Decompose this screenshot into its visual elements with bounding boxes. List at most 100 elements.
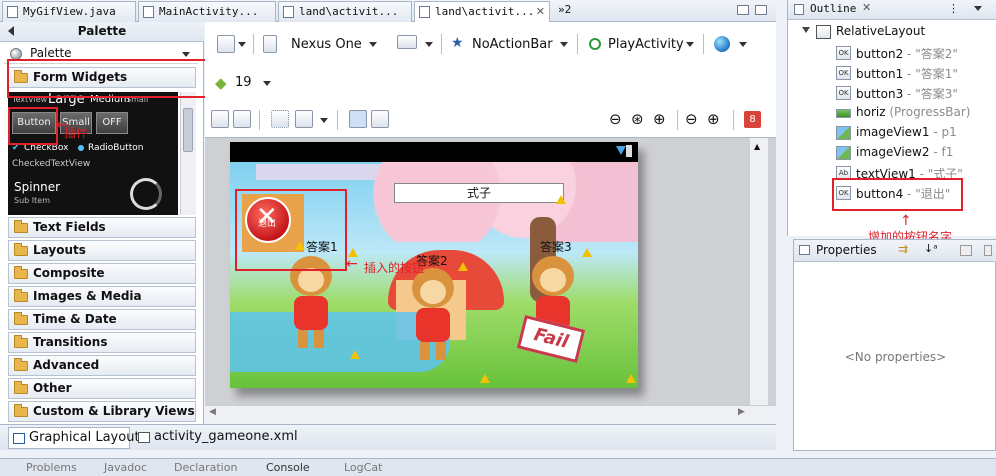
filter-icon[interactable]: ⇉ [898,242,908,256]
activity-select[interactable]: PlayActivity [608,37,684,52]
tab-graphical-layout[interactable]: Graphical Layout [8,427,140,449]
tree-expanded-icon[interactable] [802,27,810,33]
editor-tab-land-activity-2[interactable]: land\activit... ✕ [414,1,550,23]
fill-width-icon[interactable] [211,110,229,128]
radiobutton-widget[interactable]: RadioButton [88,143,143,153]
category-advanced[interactable]: Advanced [8,355,196,376]
activity-icon [589,38,601,50]
zoom-real-icon[interactable]: ⊛ [631,110,644,128]
properties-view-icon [799,245,810,255]
category-label: Custom & Library Views [33,404,195,418]
device-select[interactable]: Nexus One [291,37,362,52]
category-layouts[interactable]: Layouts [8,240,196,261]
view-tab-declaration[interactable]: Declaration [174,461,237,474]
close-icon[interactable]: ✕ [862,1,871,14]
outline-node-button1[interactable]: OK button1 - "答案1" [836,65,958,82]
editor-tab-mainactivity[interactable]: MainActivity... [138,1,276,22]
view-tab-console[interactable]: Console [266,461,310,474]
folder-icon [14,266,28,279]
view-tab-problems[interactable]: Problems [26,461,77,474]
editor-tab-land-activity-1[interactable]: land\activit... [278,1,412,22]
category-images-media[interactable]: Images & Media [8,286,196,307]
checkedtextview-widget[interactable]: CheckedTextView [12,159,90,169]
zoom-in-icon[interactable]: ⊕ [707,110,720,128]
outline-node-horiz[interactable]: horiz (ProgressBar) [836,105,970,119]
annotation-box-button-widget [8,107,58,145]
scroll-left-icon[interactable]: ◀ [209,407,216,417]
button-widget-icon: OK [836,86,851,100]
toggle-button-widget[interactable]: OFF [96,112,128,134]
spinner-widget[interactable]: Spinner [14,180,60,194]
toolbar-separator [733,110,734,130]
editor-tab-mygifview[interactable]: MyGifView.java [2,1,136,22]
android-robot-icon: ◆ [215,74,227,92]
button-widget-icon: OK [836,46,851,60]
zoom-fit-icon[interactable]: ⊖ [609,110,622,128]
no-properties-message: <No properties> [844,350,947,364]
category-composite[interactable]: Composite [8,263,196,284]
chevron-down-icon[interactable] [238,42,246,47]
advanced-properties-icon[interactable] [960,245,972,256]
chevron-down-icon[interactable] [560,42,568,47]
zoom-out-icon[interactable]: ⊖ [685,110,698,128]
annotation-box-form-widgets [7,59,211,98]
monkey-character-2 [406,268,460,364]
fill-height-icon[interactable] [233,110,251,128]
globe-locale-icon[interactable] [714,36,730,52]
outline-node-button2[interactable]: OK button2 - "答案2" [836,45,958,62]
layout-file-icon[interactable] [217,35,235,53]
tab-xml-source[interactable]: activity_gameone.xml [134,427,298,449]
progress-spinner-icon[interactable] [130,178,162,210]
annotation-box-button4 [832,178,963,211]
scroll-right-icon[interactable]: ▶ [738,407,745,417]
chevron-down-icon[interactable] [425,42,433,47]
zoom-100-icon[interactable]: ⊕ [653,110,666,128]
canvas-horizontal-scrollbar[interactable]: ◀ ▶ [205,405,776,421]
scroll-up-icon[interactable]: ▲ [754,142,760,151]
chevron-down-icon[interactable] [263,81,271,86]
maximize-icon[interactable] [755,5,767,15]
error-count-badge[interactable]: 8 [744,111,761,128]
chevron-down-icon[interactable] [686,42,694,47]
java-file-icon [143,6,154,18]
view-tab-javadoc[interactable]: Javadoc [104,461,147,474]
folder-icon [14,381,28,394]
canvas-vertical-scrollbar[interactable]: ▲ [750,138,768,406]
outline-node-imageview2[interactable]: imageView2 - f1 [836,145,953,160]
layout-grid-icon[interactable] [271,110,289,128]
folder-icon [14,243,28,256]
show-structure-icon[interactable] [371,110,389,128]
chevron-down-icon[interactable] [369,42,377,47]
view-menu-icon[interactable] [984,245,992,256]
folder-icon [14,404,28,417]
palette-scrollbar[interactable] [180,92,196,215]
chevron-down-icon[interactable] [974,6,982,11]
category-label: Images & Media [33,289,142,303]
tab-overflow-indicator[interactable]: »2 [558,3,571,16]
view-tab-logcat[interactable]: LogCat [344,461,382,474]
category-time-date[interactable]: Time & Date [8,309,196,330]
chevron-down-icon[interactable] [182,52,190,57]
minimize-icon[interactable] [737,5,749,15]
scrollbar-thumb[interactable] [183,108,193,152]
resize-icon[interactable] [295,110,313,128]
api-level-select[interactable]: 19 [235,75,252,90]
chevron-down-icon[interactable] [739,42,747,47]
view-menu-icon[interactable]: ⋮ [948,2,959,15]
outline-root-relativelayout[interactable]: RelativeLayout [816,24,925,39]
theme-select[interactable]: NoActionBar [472,37,553,52]
category-transitions[interactable]: Transitions [8,332,196,353]
snap-icon[interactable] [349,110,367,128]
orientation-icon[interactable] [397,35,417,49]
folder-icon [14,220,28,233]
outline-node-button3[interactable]: OK button3 - "答案3" [836,85,958,102]
close-icon[interactable]: ✕ [536,2,545,21]
category-text-fields[interactable]: Text Fields [8,217,196,238]
category-other[interactable]: Other [8,378,196,399]
chevron-down-icon[interactable] [320,118,328,123]
outline-node-imageview1[interactable]: imageView1 - p1 [836,125,957,140]
category-custom-library-views[interactable]: Custom & Library Views [8,401,196,422]
sort-alphabetical-icon[interactable]: ↓ᵃ [924,242,938,255]
answer-button-3[interactable]: 答案3 [540,238,572,255]
annotation-text-inserted-button: 插入的按钮 [364,261,425,275]
